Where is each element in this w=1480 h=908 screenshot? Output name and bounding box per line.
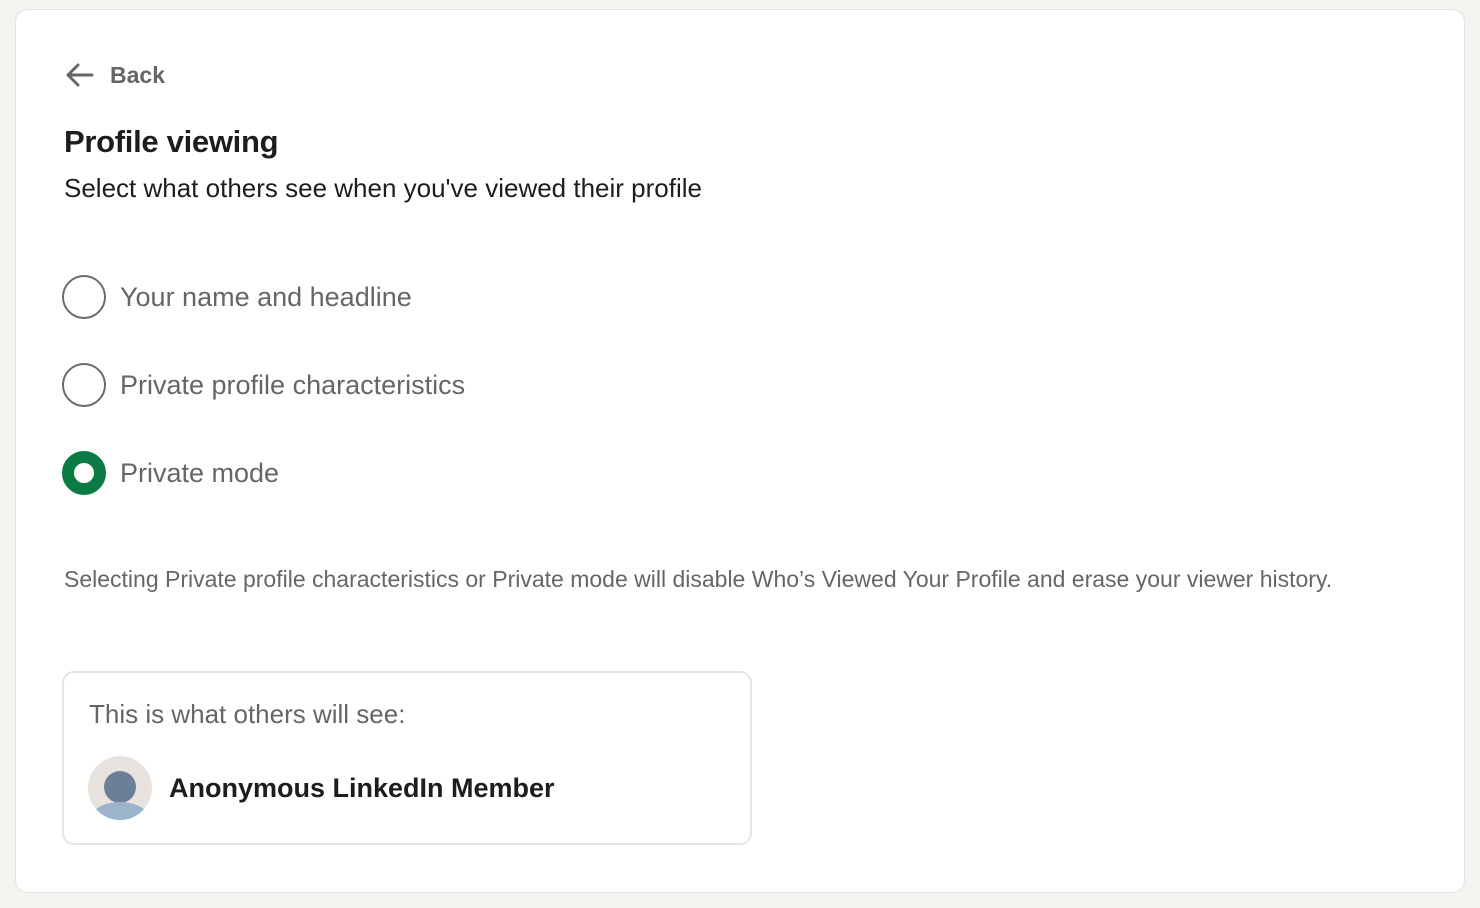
radio-button[interactable] <box>62 363 106 407</box>
preview-heading: This is what others will see: <box>89 699 406 729</box>
option-private-profile-characteristics[interactable]: Private profile characteristics <box>62 360 465 410</box>
back-button[interactable]: Back <box>64 58 165 92</box>
page-title: Profile viewing <box>64 124 279 159</box>
anonymous-avatar-icon <box>88 756 152 820</box>
member-preview: Anonymous LinkedIn Member <box>88 756 555 820</box>
option-private-mode[interactable]: Private mode <box>62 448 279 498</box>
option-name-and-headline[interactable]: Your name and headline <box>62 272 412 322</box>
arrow-left-icon <box>64 62 94 88</box>
preview-box: This is what others will see: Anonymous … <box>62 671 752 845</box>
radio-button-selected[interactable] <box>62 451 106 495</box>
settings-card: Back Profile viewing Select what others … <box>16 10 1464 892</box>
page-subtitle: Select what others see when you've viewe… <box>64 173 702 203</box>
option-label: Private mode <box>120 457 280 488</box>
member-name: Anonymous LinkedIn Member <box>169 772 555 803</box>
option-label: Your name and headline <box>120 281 412 312</box>
back-label: Back <box>110 61 165 88</box>
radio-button[interactable] <box>62 275 106 319</box>
info-note: Selecting Private profile characteristic… <box>64 566 1333 592</box>
option-label: Private profile characteristics <box>120 369 466 400</box>
